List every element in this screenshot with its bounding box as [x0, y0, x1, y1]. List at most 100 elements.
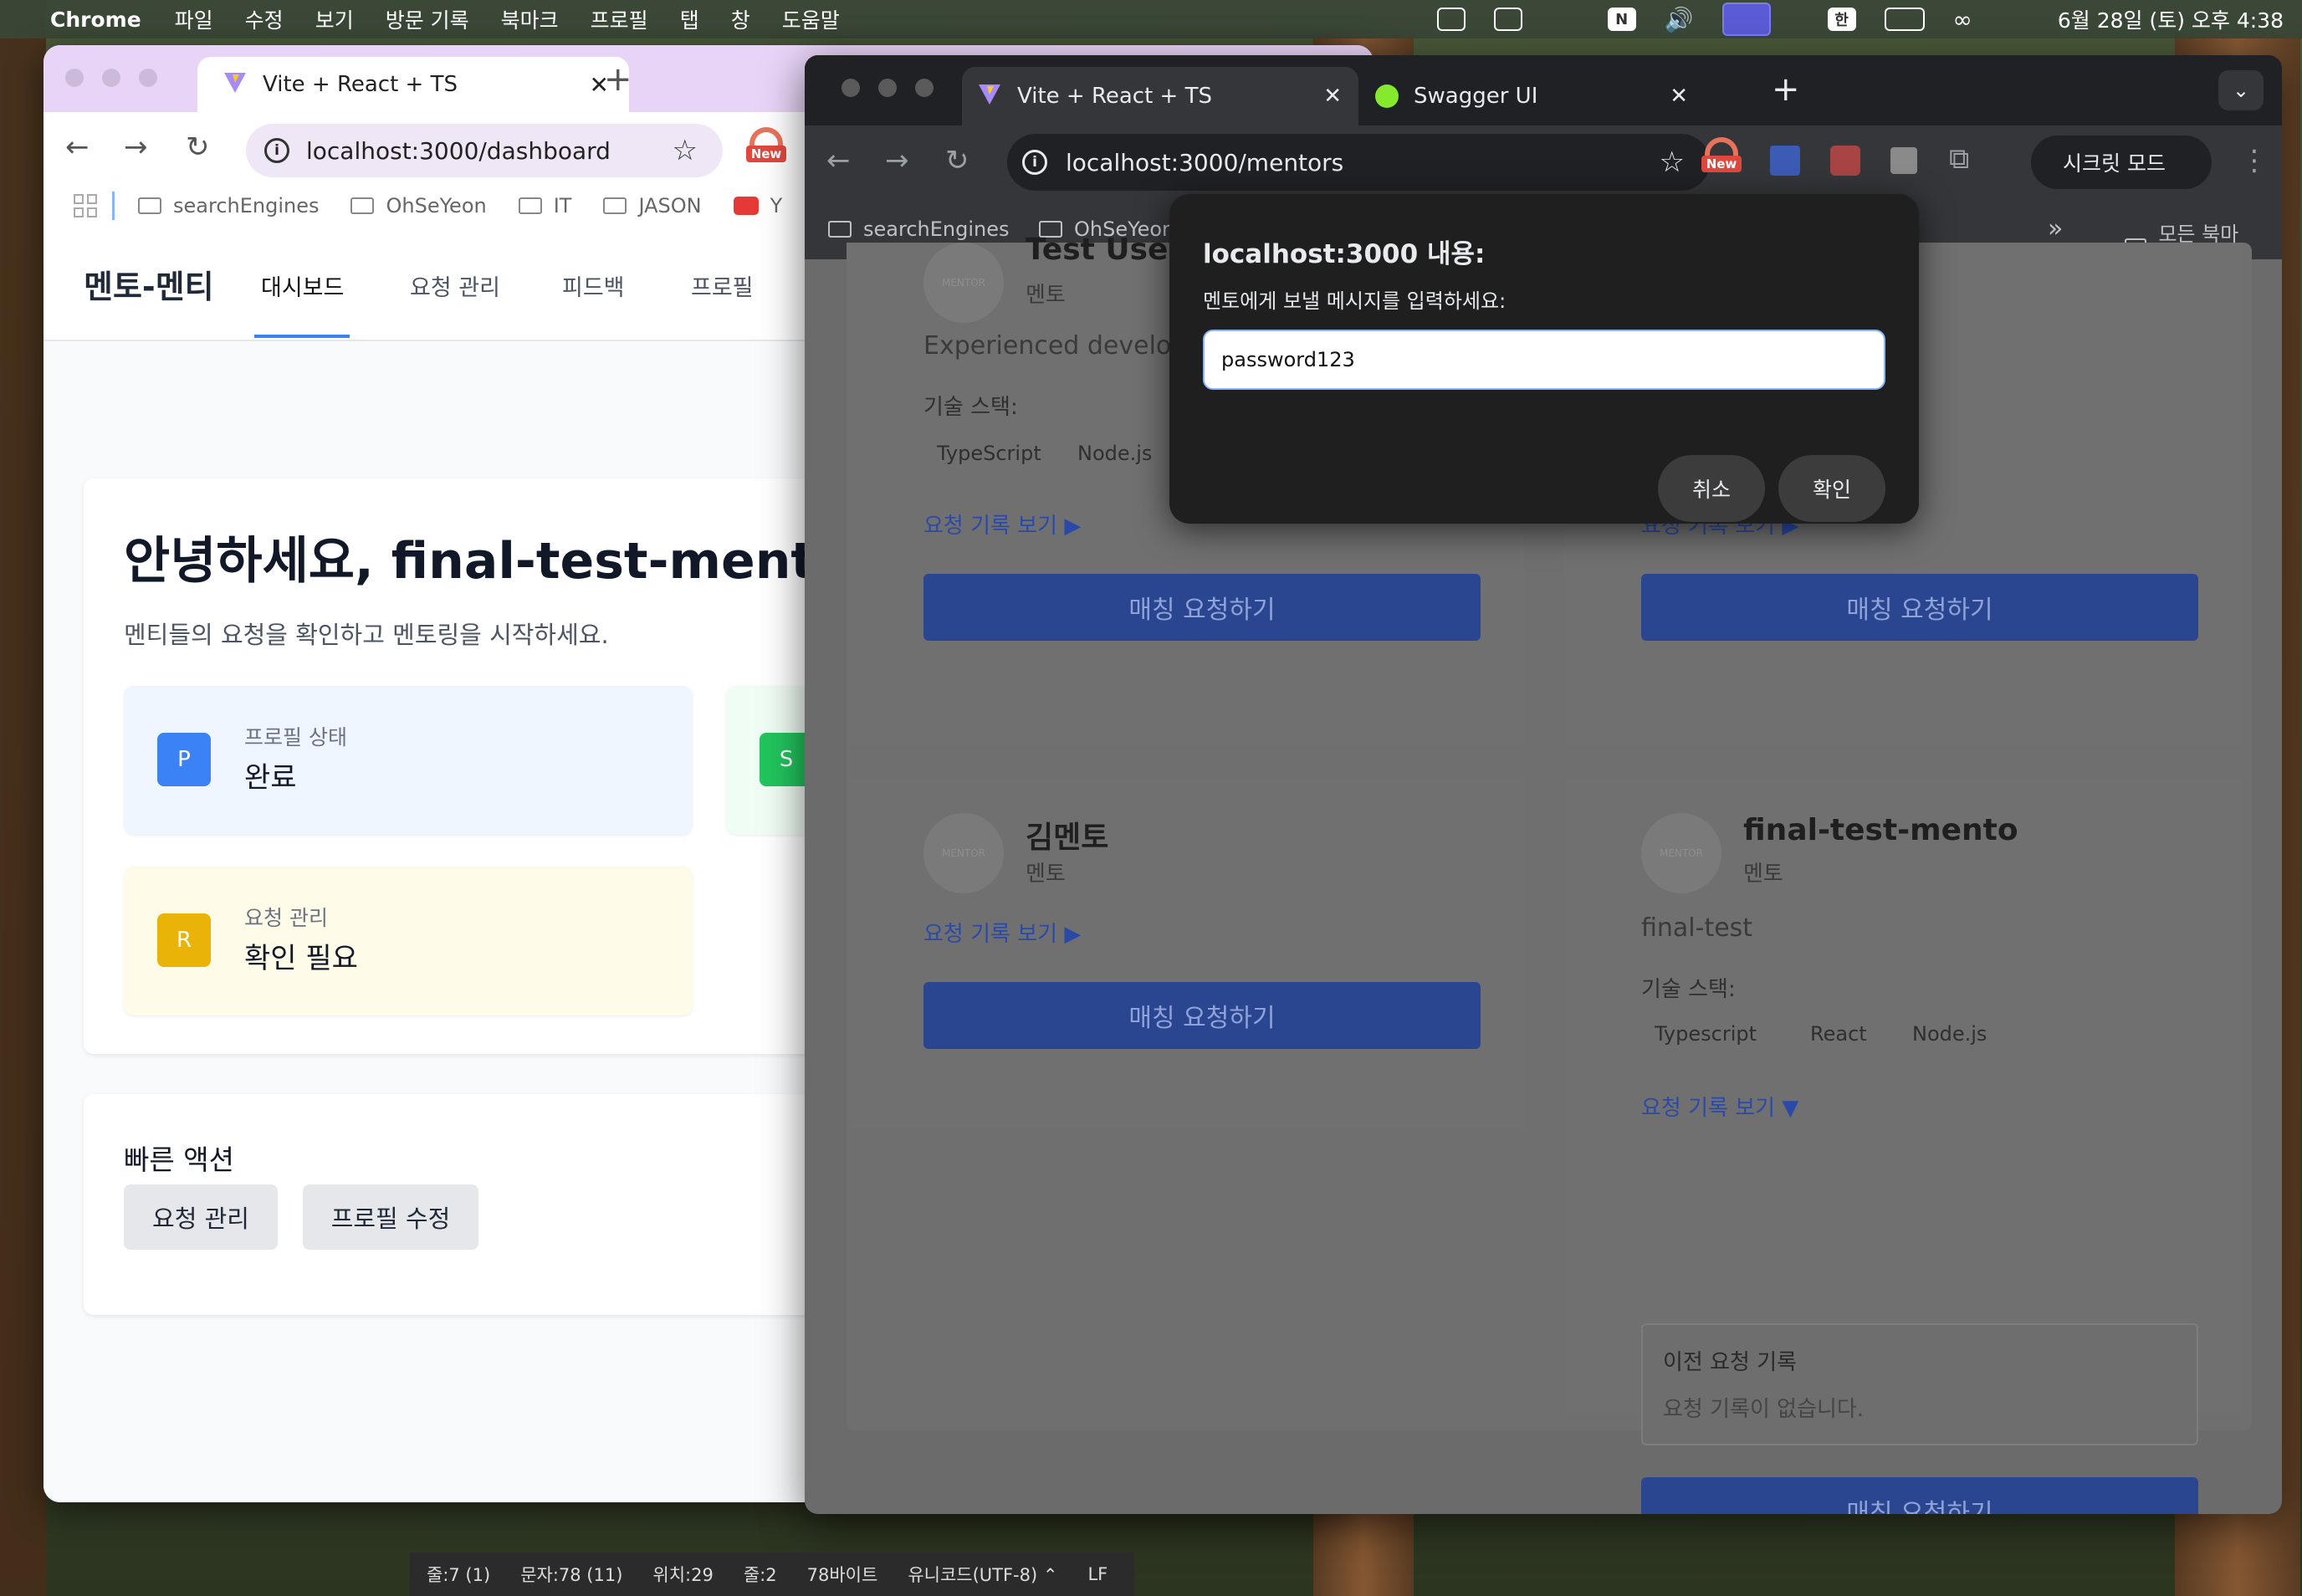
bookmark-star-icon[interactable]: ☆ [673, 134, 698, 167]
input-source-indicator[interactable]: 한 [1827, 8, 1856, 31]
minimize-window-button[interactable] [102, 69, 120, 87]
battery-icon[interactable] [1884, 8, 1925, 31]
app-brand[interactable]: 멘토-멘티 [84, 261, 214, 307]
address-bar[interactable]: i localhost:3000/mentors ☆ [1007, 134, 1710, 191]
tab-title: Vite + React + TS [263, 72, 458, 97]
mentor-avatar: MENTOR [923, 243, 1004, 323]
close-window-button[interactable] [65, 69, 84, 87]
new-tab-icon[interactable]: + [604, 60, 632, 99]
menu-item-help[interactable]: 도움말 [782, 4, 840, 34]
tab-search-icon[interactable]: ⌄ [2218, 70, 2264, 110]
mentor-role: 멘토 [1026, 862, 1066, 887]
menu-item-profiles[interactable]: 프로필 [591, 4, 648, 34]
volume-icon[interactable]: 🔊 [1665, 6, 1694, 33]
incognito-indicator[interactable]: 시크릿 모드 [2031, 136, 2212, 189]
menu-item-history[interactable]: 방문 기록 [386, 4, 469, 34]
new-badge-label: New [1701, 156, 1742, 172]
minimize-window-button[interactable] [878, 79, 897, 97]
close-tab-icon[interactable]: ✕ [1670, 84, 1688, 109]
back-icon[interactable]: ← [65, 130, 90, 164]
youtube-icon [733, 197, 759, 215]
nav-requests[interactable]: 요청 관리 [410, 269, 500, 302]
menu-item-window[interactable]: 창 [731, 4, 750, 34]
bookmark-folder[interactable]: JASON [603, 194, 702, 217]
match-request-button[interactable]: 매칭 요청하기 [923, 574, 1481, 641]
address-bar[interactable]: i localhost:3000/dashboard ☆ [246, 124, 723, 177]
extension-gray-icon[interactable] [1890, 147, 1917, 174]
request-history-toggle[interactable]: 요청 기록 보기 ▼ [1641, 1091, 1798, 1122]
zoom-window-button[interactable] [915, 79, 934, 97]
apps-grid-icon[interactable] [74, 194, 97, 217]
bookmarks-overflow-icon[interactable]: » [2048, 214, 2063, 243]
request-history-panel: 이전 요청 기록 요청 기록이 없습니다. [1641, 1323, 2198, 1445]
request-history-empty: 요청 기록이 없습니다. [1663, 1397, 1865, 1422]
quick-action-edit-profile-button[interactable]: 프로필 수정 [303, 1184, 478, 1250]
menu-item-bookmarks[interactable]: 북마크 [501, 4, 559, 34]
menu-bar-clock[interactable]: 6월 28일 (토) 오후 4:38 [2058, 4, 2284, 34]
bookmark-folder[interactable]: searchEngines [138, 194, 319, 217]
new-tab-icon[interactable]: + [1772, 70, 1800, 109]
forward-icon[interactable]: → [124, 130, 148, 164]
bookmark-folder[interactable]: IT [518, 194, 571, 217]
status-encoding[interactable]: 유니코드(UTF-8) ⌃ [908, 1562, 1057, 1587]
greeting-subtitle: 멘티들의 요청을 확인하고 멘토링을 시작하세요. [124, 621, 609, 649]
dialog-ok-button[interactable]: 확인 [1778, 455, 1885, 522]
request-history-toggle[interactable]: 요청 기록 보기 ▶ [923, 509, 1081, 540]
download-extension-icon[interactable] [1770, 146, 1800, 176]
video-camera-icon[interactable] [1493, 8, 1522, 31]
site-info-icon[interactable]: i [264, 138, 289, 163]
close-tab-icon[interactable]: ✕ [1323, 84, 1342, 109]
address-bar-url[interactable]: localhost:3000/dashboard [306, 137, 611, 165]
notion-icon[interactable]: N [1607, 8, 1636, 31]
menu-item-tab[interactable]: 탭 [680, 4, 699, 34]
bookmark-folder[interactable]: searchEngines [828, 217, 1009, 241]
match-request-button[interactable]: 매칭 요청하기 [1641, 1477, 2198, 1514]
tab-vite-react[interactable]: Vite + React + TS ✕ [197, 57, 629, 112]
zoom-window-button[interactable] [139, 69, 157, 87]
dialog-input[interactable] [1203, 330, 1885, 390]
active-nav-indicator [254, 335, 350, 338]
bookmark-star-icon[interactable]: ☆ [1660, 146, 1685, 179]
menu-item-view[interactable]: 보기 [315, 4, 354, 34]
site-info-icon[interactable]: i [1022, 150, 1047, 175]
menu-item-edit[interactable]: 수정 [245, 4, 284, 34]
dialog-cancel-button[interactable]: 취소 [1658, 455, 1765, 522]
screenshot-icon[interactable] [1436, 8, 1466, 31]
nav-feedback[interactable]: 피드백 [562, 269, 625, 302]
menu-item-file[interactable]: 파일 [175, 4, 213, 34]
link-icon[interactable]: ∞ [1953, 6, 1972, 33]
extension-new-icon[interactable]: New [1701, 137, 1742, 176]
address-bar-url[interactable]: localhost:3000/mentors [1066, 149, 1343, 176]
stat-card-profile: P 프로필 상태 완료 [124, 686, 693, 835]
match-request-button[interactable]: 매칭 요청하기 [923, 982, 1481, 1049]
tab-swagger[interactable]: Swagger UI ✕ [1367, 67, 1705, 125]
bookmark-label: searchEngines [173, 194, 320, 217]
menu-app-name[interactable]: Chrome [50, 8, 141, 32]
extension-icon[interactable] [1830, 146, 1860, 176]
back-icon[interactable]: ← [826, 144, 851, 177]
status-position: 위치:29 [652, 1565, 714, 1585]
menu-bar: Chrome 파일 수정 보기 방문 기록 북마크 프로필 탭 창 도움말 N … [0, 0, 2302, 38]
forward-icon[interactable]: → [885, 144, 909, 177]
status-eol[interactable]: LF [1087, 1564, 1108, 1584]
bookmark-folder[interactable]: OhSeYeon [350, 194, 487, 217]
stat-label: 프로필 상태 [244, 725, 347, 749]
extension-new-icon[interactable]: New [746, 127, 786, 166]
menu-kebab-icon[interactable]: ⋮ [2240, 144, 2269, 177]
nav-dashboard[interactable]: 대시보드 [261, 269, 344, 302]
reload-icon[interactable]: ↻ [186, 130, 210, 164]
bookmark-youtube[interactable]: Y [733, 194, 782, 217]
skill-tag: TypeScript [937, 442, 1041, 465]
request-history-toggle[interactable]: 요청 기록 보기 ▶ [923, 917, 1081, 948]
close-window-button[interactable] [842, 79, 860, 97]
tab-vite-react[interactable]: Vite + React + TS ✕ [962, 67, 1358, 125]
quick-action-requests-button[interactable]: 요청 관리 [124, 1184, 278, 1250]
stat-label: 요청 관리 [244, 906, 328, 930]
extensions-puzzle-icon[interactable]: ⧉ [1949, 142, 1969, 176]
match-request-button[interactable]: 매칭 요청하기 [1641, 574, 2198, 641]
skill-tag: Node.js [1077, 442, 1153, 465]
tab-title: Swagger UI [1414, 84, 1538, 109]
screen-mirroring-icon[interactable] [1721, 3, 1771, 36]
nav-profile[interactable]: 프로필 [691, 269, 754, 302]
reload-icon[interactable]: ↻ [945, 144, 969, 177]
